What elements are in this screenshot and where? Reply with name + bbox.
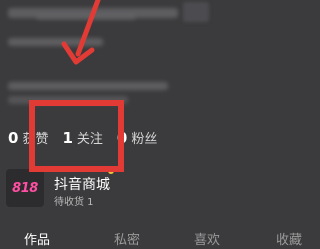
mall-title[interactable]: 抖音商城 xyxy=(54,174,110,194)
blurred-account-id xyxy=(8,38,103,46)
tab-works[interactable]: 作品 xyxy=(24,229,50,248)
tab-private[interactable]: 私密 xyxy=(114,229,140,248)
stat-likes-value: 0 xyxy=(8,129,19,147)
blurred-text xyxy=(36,14,136,20)
blurred-bio-line xyxy=(8,82,168,90)
tab-favorites[interactable]: 收藏 xyxy=(276,229,302,248)
stat-followers-label: 粉丝 xyxy=(131,132,158,147)
highlight-box xyxy=(29,100,124,172)
profile-tabs: 作品 私密 喜欢 收藏 xyxy=(0,229,320,249)
blurred-icon xyxy=(183,2,209,22)
mall-logo-icon[interactable]: 818 xyxy=(6,169,44,207)
tab-likes[interactable]: 喜欢 xyxy=(194,229,220,248)
mall-pending-delivery[interactable]: 待收货 1 xyxy=(54,193,94,208)
mall-logo-text: 818 xyxy=(12,180,38,196)
